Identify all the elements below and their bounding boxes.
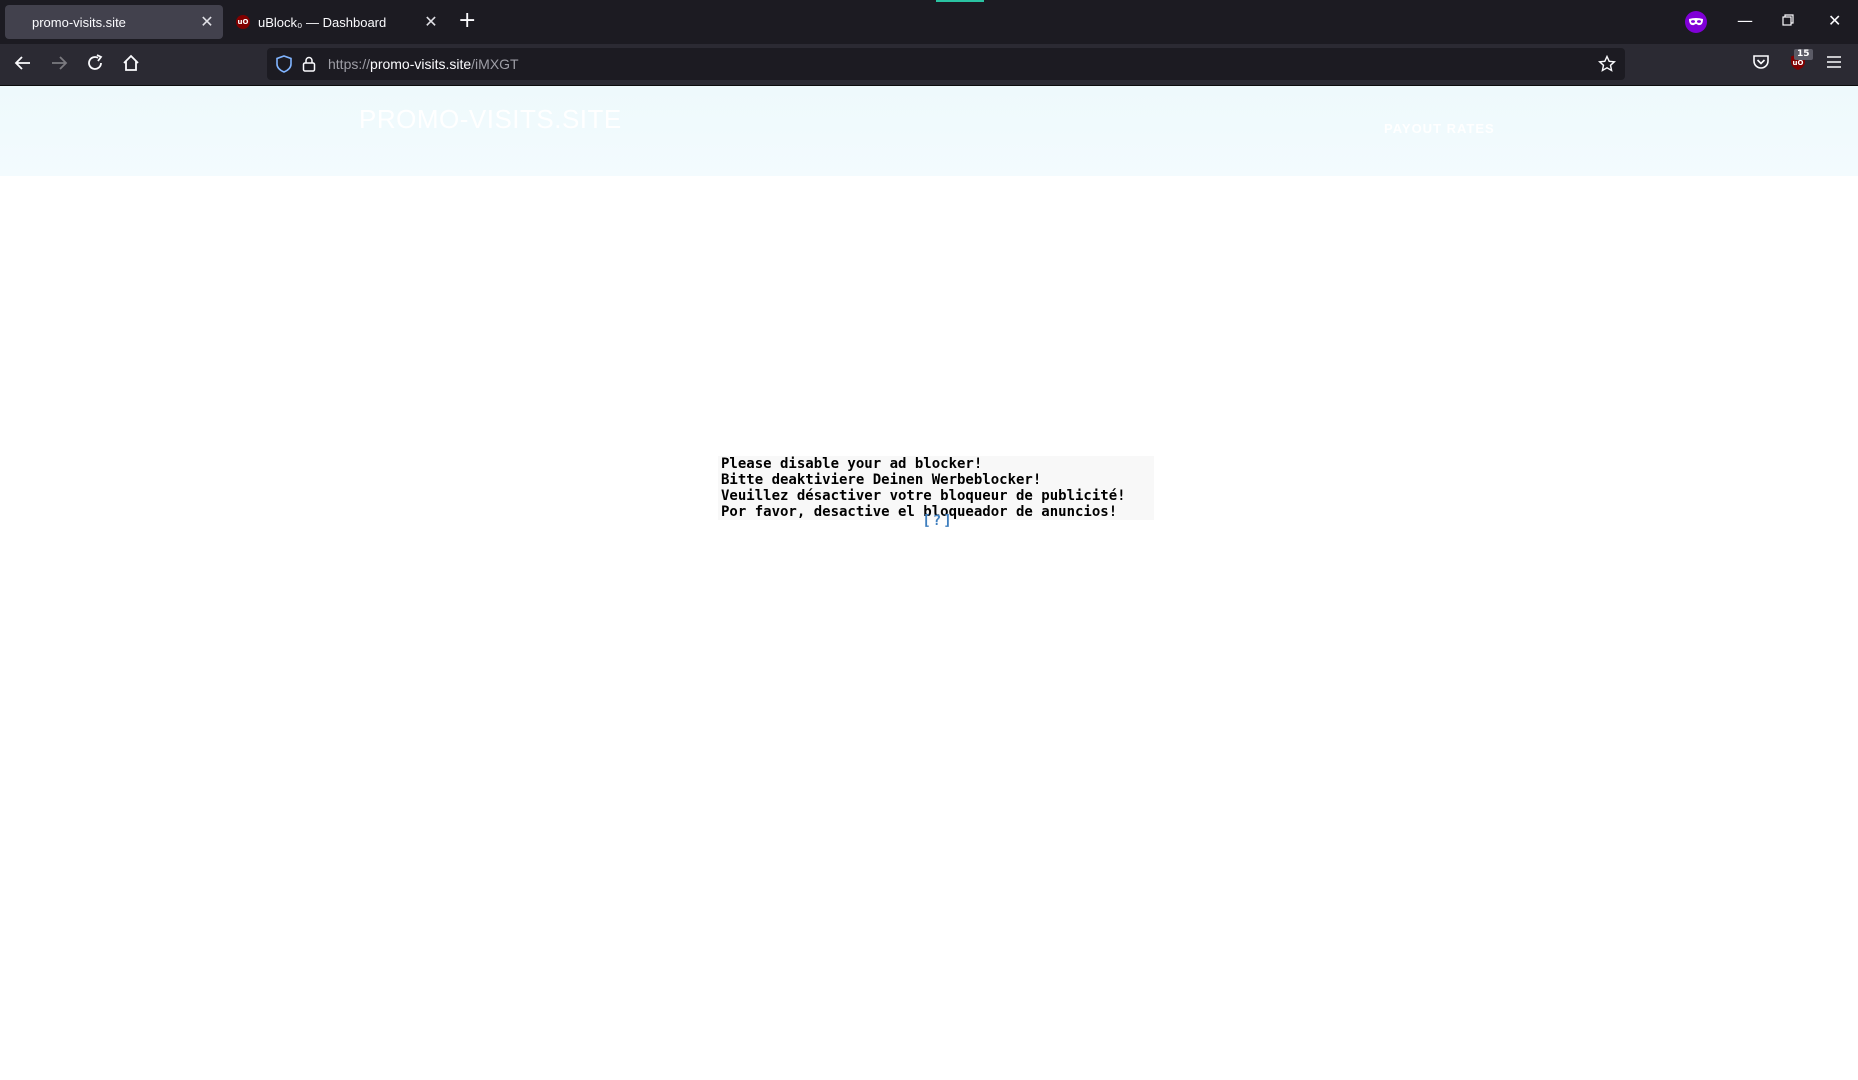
adblock-message-de: Bitte deaktiviere Deinen Werbeblocker! xyxy=(721,472,1042,488)
tab-ublock-dashboard[interactable]: uO uBlock₀ — Dashboard ✕ xyxy=(229,5,447,39)
adblock-help-link[interactable]: [?] xyxy=(0,513,1858,529)
ublock-icon: uO xyxy=(236,15,250,29)
private-browsing-icon xyxy=(1685,11,1707,33)
minimize-icon[interactable]: — xyxy=(1737,11,1753,31)
address-bar[interactable]: https://promo-visits.site/iMXGT xyxy=(267,48,1625,80)
navigation-toolbar: https://promo-visits.site/iMXGT uO 15 xyxy=(0,44,1858,86)
url-text[interactable]: https://promo-visits.site/iMXGT xyxy=(328,56,519,72)
lock-icon[interactable] xyxy=(302,56,316,72)
forward-icon[interactable] xyxy=(49,53,69,77)
site-header: PROMO-VISITS.SITE PAYOUT RATES xyxy=(0,86,1858,176)
url-path: /iMXGT xyxy=(471,56,519,72)
tab-strip-indicator xyxy=(936,0,984,2)
tab-title: promo-visits.site xyxy=(32,14,126,30)
site-logo-title[interactable]: PROMO-VISITS.SITE xyxy=(359,104,622,135)
new-tab-icon[interactable]: + xyxy=(458,9,476,33)
adblock-warning: Please disable your ad blocker! Bitte de… xyxy=(718,456,1154,520)
tab-promo-visits[interactable]: promo-visits.site ✕ xyxy=(5,5,223,39)
back-icon[interactable] xyxy=(13,53,33,77)
tab-title: uBlock₀ — Dashboard xyxy=(258,14,387,30)
adblock-message-en: Please disable your ad blocker! xyxy=(721,456,983,472)
restore-icon[interactable] xyxy=(1782,11,1794,31)
payout-rates-link[interactable]: PAYOUT RATES xyxy=(1384,121,1495,136)
adblock-message-fr: Veuillez désactiver votre bloqueur de pu… xyxy=(721,488,1126,504)
menu-icon[interactable] xyxy=(1825,53,1843,75)
bookmark-star-icon[interactable] xyxy=(1598,55,1616,73)
url-host: promo-visits.site xyxy=(370,56,472,72)
close-tab-icon[interactable]: ✕ xyxy=(421,12,441,32)
reload-icon[interactable] xyxy=(85,53,105,77)
svg-text:uO: uO xyxy=(1793,59,1804,67)
home-icon[interactable] xyxy=(121,53,141,77)
ublock-blocked-count-badge: 15 xyxy=(1794,49,1813,60)
tab-strip: promo-visits.site ✕ uO uBlock₀ — Dashboa… xyxy=(0,0,1858,44)
pocket-icon[interactable] xyxy=(1752,53,1770,75)
url-scheme: https:// xyxy=(328,56,371,72)
tracking-protection-icon[interactable] xyxy=(276,55,292,73)
close-tab-icon[interactable]: ✕ xyxy=(197,12,217,32)
close-window-icon[interactable]: ✕ xyxy=(1828,11,1841,31)
